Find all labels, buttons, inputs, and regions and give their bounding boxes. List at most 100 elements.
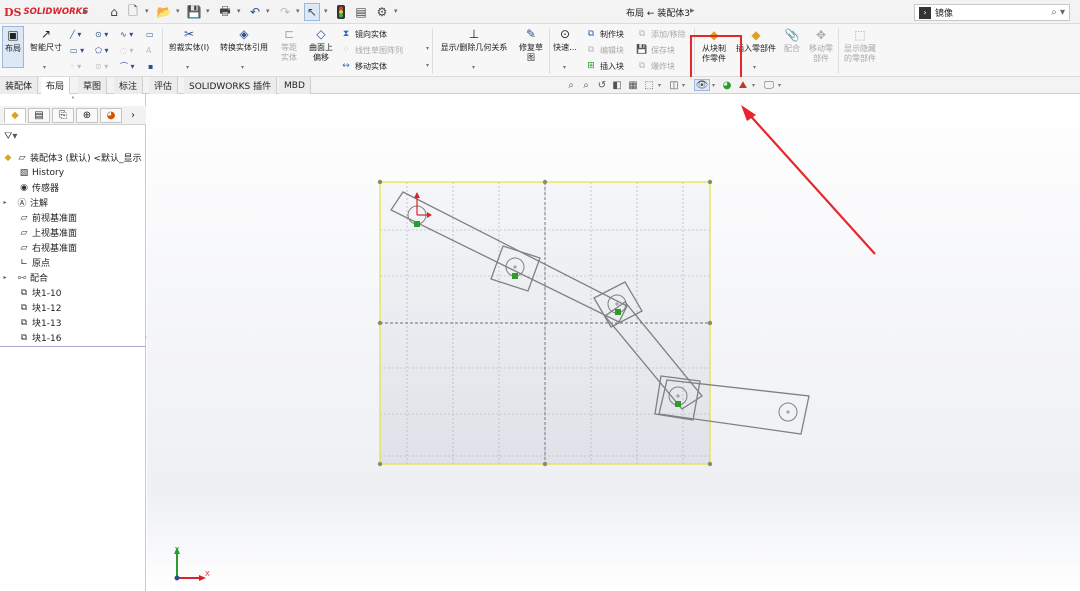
redo-chevron-down-icon[interactable]: ▾ bbox=[296, 7, 300, 15]
tab-sketch[interactable]: 草图 bbox=[78, 77, 108, 94]
insert-components-chevron-down-icon[interactable]: ▾ bbox=[753, 64, 756, 71]
previous-view-icon[interactable]: ↺ bbox=[596, 79, 608, 91]
tree-item-history[interactable]: ▧ History bbox=[8, 165, 64, 180]
convert-chevron-down-icon[interactable]: ▾ bbox=[241, 64, 244, 71]
display-relations-button[interactable]: ⊥ 显示/删除几何关系 bbox=[436, 26, 512, 53]
new-chevron-down-icon[interactable]: ▾ bbox=[145, 7, 149, 15]
dynamic-annotation-icon[interactable]: ▦ bbox=[627, 79, 639, 91]
plane-tool-icon[interactable]: ▪ bbox=[148, 59, 153, 73]
logo-menu-chevron-icon[interactable]: ▶ bbox=[83, 7, 88, 15]
expand-chevron-icon[interactable]: ▸ bbox=[0, 199, 10, 206]
smart-dimension-button[interactable]: ↗ 智能尺寸 bbox=[27, 26, 65, 53]
point-tool-icon[interactable]: ◦ ▾ bbox=[70, 59, 81, 73]
quick-snaps-button[interactable]: ⊙ 快速... bbox=[551, 26, 579, 53]
hide-show-chevron-down-icon[interactable]: ▾ bbox=[712, 82, 715, 89]
save-icon[interactable]: 💾 bbox=[187, 4, 202, 20]
add-remove-block-button[interactable]: ⧉ 添加/移除 bbox=[636, 27, 686, 41]
view-settings-monitor-icon[interactable]: 🖵 bbox=[763, 79, 775, 91]
display-style-chevron-down-icon[interactable]: ▾ bbox=[682, 82, 685, 89]
tree-item-top-plane[interactable]: ▱ 上视基准面 bbox=[8, 225, 77, 240]
text-tool-icon[interactable]: A bbox=[146, 43, 151, 57]
move-entities-button[interactable]: ↔ 移动实体 bbox=[340, 59, 387, 73]
scene-chevron-down-icon[interactable]: ▾ bbox=[752, 82, 755, 89]
tab-assembly[interactable]: 装配体 bbox=[0, 77, 39, 94]
show-hidden-components-button[interactable]: ⬚ 显示隐藏 的零部件 bbox=[840, 27, 880, 64]
open-folder-icon[interactable]: 📂 bbox=[157, 4, 172, 20]
apply-scene-icon[interactable]: ⛰ bbox=[737, 79, 749, 91]
graphics-area[interactable]: Y X bbox=[147, 94, 1080, 591]
print-icon[interactable]: 🖶 bbox=[218, 4, 232, 20]
view-settings-chevron-down-icon[interactable]: ▾ bbox=[778, 82, 781, 89]
rebuild-traffic-light-icon[interactable] bbox=[336, 4, 346, 20]
tab-solidworks-addins[interactable]: SOLIDWORKS 插件 bbox=[184, 77, 278, 94]
select-cursor-icon[interactable]: ↖ bbox=[304, 3, 320, 21]
search-icon[interactable]: ⌕ ▾ bbox=[1051, 7, 1065, 18]
undo-icon[interactable]: ↶ bbox=[248, 4, 262, 20]
circle-tool-icon[interactable]: ⊙ ▾ bbox=[95, 27, 108, 41]
filter-funnel-icon[interactable]: ⛛▾ bbox=[4, 131, 17, 142]
edit-block-button[interactable]: ⧉ 编辑块 bbox=[585, 43, 624, 57]
redo-icon[interactable]: ↷ bbox=[278, 4, 292, 20]
view-orientation-chevron-down-icon[interactable]: ▾ bbox=[658, 82, 661, 89]
tree-item-right-plane[interactable]: ▱ 右视基准面 bbox=[8, 240, 77, 255]
tree-item-block[interactable]: ⧉ 块1-10 bbox=[8, 285, 62, 300]
arc-tool-icon[interactable]: ⌒ ▾ bbox=[120, 59, 135, 73]
view-orientation-icon[interactable]: ⬚ bbox=[643, 79, 655, 91]
insert-block-button[interactable]: ⊞ 插入块 bbox=[585, 59, 624, 73]
rollback-bar[interactable] bbox=[0, 346, 146, 347]
home-icon[interactable]: ⌂ bbox=[106, 4, 122, 20]
move-chevron-down-icon[interactable]: ▾ bbox=[426, 62, 429, 69]
tree-item-mates[interactable]: ▸ ⧟ 配合 bbox=[0, 270, 48, 285]
mirror-entities-button[interactable]: ⧗ 镜向实体 bbox=[340, 27, 387, 41]
select-chevron-down-icon[interactable]: ▾ bbox=[324, 7, 328, 15]
tree-item-block[interactable]: ⧉ 块1-16 bbox=[8, 330, 62, 345]
hide-show-items-eye-icon[interactable]: 👁 bbox=[694, 79, 710, 91]
property-manager-tab-icon[interactable]: ▤ bbox=[28, 108, 50, 123]
zoom-to-area-icon[interactable]: ⌕ bbox=[580, 79, 592, 91]
pattern-chevron-down-icon[interactable]: ▾ bbox=[426, 45, 429, 52]
tab-markup[interactable]: 标注 bbox=[114, 77, 144, 94]
edit-appearance-icon[interactable]: ◕ bbox=[721, 79, 733, 91]
offset-entities-button[interactable]: ⊏ 等距实体 bbox=[274, 26, 304, 63]
rectangle-tool-icon[interactable]: ▭ ▾ bbox=[70, 43, 84, 57]
undo-chevron-down-icon[interactable]: ▾ bbox=[266, 7, 270, 15]
tree-item-front-plane[interactable]: ▱ 前视基准面 bbox=[8, 210, 77, 225]
polygon-tool-icon[interactable]: ⬠ ▾ bbox=[95, 43, 109, 57]
panel-grip-handle[interactable]: • bbox=[0, 94, 146, 106]
tree-item-sensors[interactable]: ◉ 传感器 bbox=[8, 180, 59, 195]
title-chevron-right-icon[interactable]: ▸ bbox=[690, 6, 695, 16]
tree-item-origin[interactable]: ∟ 原点 bbox=[8, 255, 50, 270]
options-chevron-down-icon[interactable]: ▾ bbox=[394, 7, 398, 15]
print-chevron-down-icon[interactable]: ▾ bbox=[237, 7, 241, 15]
display-manager-tab-icon[interactable]: ◕ bbox=[100, 108, 122, 123]
mate-button[interactable]: 📎 配合 bbox=[780, 27, 804, 54]
expand-chevron-icon[interactable]: ▸ bbox=[0, 274, 10, 281]
tab-evaluate[interactable]: 评估 bbox=[149, 77, 179, 94]
file-properties-icon[interactable]: ▤ bbox=[354, 4, 368, 20]
panel-tabs-more-chevron-icon[interactable]: › bbox=[124, 108, 142, 123]
surface-offset-button[interactable]: ◇ 曲面上 偏移 bbox=[306, 26, 336, 63]
zoom-to-fit-icon[interactable]: ⌕ bbox=[565, 79, 577, 91]
convert-entities-button[interactable]: ◈ 转换实体引用 bbox=[215, 26, 273, 53]
tab-layout[interactable]: 布局 bbox=[41, 77, 71, 94]
move-component-button[interactable]: ✥ 移动零 部件 bbox=[806, 27, 836, 64]
linear-pattern-button[interactable]: ⁘ 线性草图阵列 bbox=[340, 43, 403, 57]
spline-tool-icon[interactable]: ∿ ▾ bbox=[120, 27, 133, 41]
section-view-icon[interactable]: ◧ bbox=[611, 79, 623, 91]
tree-item-block[interactable]: ⧉ 块1-13 bbox=[8, 315, 62, 330]
line-tool-icon[interactable]: ╱ ▾ bbox=[70, 27, 81, 41]
make-block-button[interactable]: ⧉ 制作块 bbox=[585, 27, 624, 41]
tree-item-block[interactable]: ⧉ 块1-12 bbox=[8, 300, 62, 315]
tab-mbd[interactable]: MBD bbox=[279, 77, 311, 94]
display-style-icon[interactable]: ◫ bbox=[668, 79, 680, 91]
repair-sketch-button[interactable]: ✎ 修复草 图 bbox=[515, 26, 547, 63]
dimxpert-manager-tab-icon[interactable]: ⊕ bbox=[76, 108, 98, 123]
trim-entities-button[interactable]: ✂ 剪裁实体(I) bbox=[165, 26, 213, 53]
solidworks-logo[interactable]: DS SOLIDWORKS bbox=[4, 5, 88, 19]
slot-tool-icon[interactable]: ▭ bbox=[146, 27, 154, 41]
quick-chevron-down-icon[interactable]: ▾ bbox=[563, 64, 566, 71]
configuration-manager-tab-icon[interactable]: ⎘ bbox=[52, 108, 74, 123]
tree-item-annotations[interactable]: ▸ Ⓐ 注解 bbox=[0, 195, 48, 210]
save-chevron-down-icon[interactable]: ▾ bbox=[206, 7, 210, 15]
layout-button[interactable]: ▣ 布局 bbox=[2, 26, 24, 68]
